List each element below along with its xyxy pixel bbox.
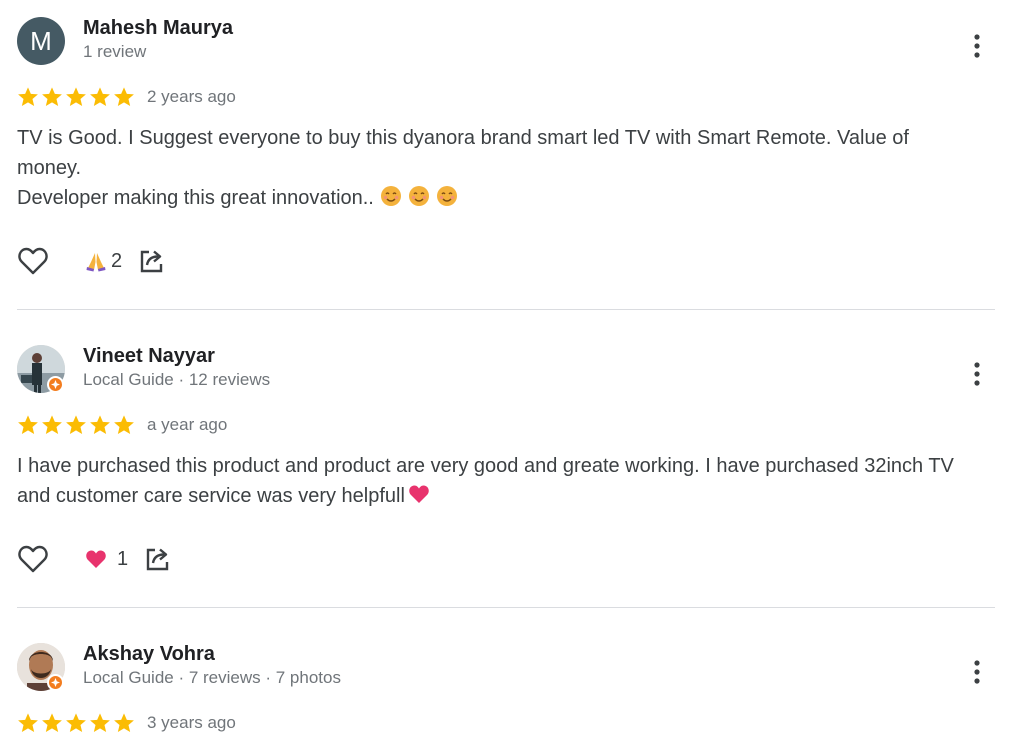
review-text: I have purchased this product and produc… xyxy=(17,451,977,511)
share-icon xyxy=(146,548,169,571)
share-button[interactable] xyxy=(138,247,166,275)
smiling-face-icon xyxy=(436,186,457,206)
reviewer-meta: 1 review xyxy=(83,42,147,61)
review-text-line: Developer making this great innovation.. xyxy=(17,187,374,209)
more-options-button[interactable] xyxy=(959,359,995,389)
more-options-button[interactable] xyxy=(959,657,995,687)
review-actions: 1 xyxy=(17,543,172,575)
more-options-button[interactable] xyxy=(959,31,995,61)
heart-outline-icon xyxy=(18,247,48,275)
star-icon xyxy=(66,713,86,732)
reaction-summary[interactable]: 1 xyxy=(85,548,128,571)
review-divider xyxy=(17,607,995,608)
review-text-line: I have purchased this product and produc… xyxy=(17,455,954,507)
share-icon xyxy=(140,250,163,273)
reaction-count: 2 xyxy=(111,249,123,272)
review-text: TV is Good. I Suggest everyone to buy th… xyxy=(17,123,977,213)
star-icon xyxy=(42,87,62,106)
heart-emoji-icon xyxy=(86,550,106,568)
review-time: a year ago xyxy=(147,415,228,434)
star-icon xyxy=(18,713,38,732)
avatar[interactable]: M xyxy=(17,17,65,65)
star-icon xyxy=(42,713,62,732)
review-text-line-wrap: Developer making this great innovation.. xyxy=(17,183,977,213)
star-icon xyxy=(114,713,134,732)
local-guide-badge-icon xyxy=(47,674,64,691)
star-rating xyxy=(17,414,135,436)
rating-row: 2 years ago xyxy=(17,85,236,109)
smiling-face-icon xyxy=(380,186,401,206)
star-icon xyxy=(114,87,134,106)
heart-outline-icon xyxy=(18,545,48,573)
review-time: 3 years ago xyxy=(147,713,236,732)
like-button[interactable] xyxy=(17,245,49,277)
star-icon xyxy=(42,415,62,434)
reviewer-name[interactable]: Akshay Vohra xyxy=(83,643,215,666)
share-button[interactable] xyxy=(144,545,172,573)
folded-hands-icon xyxy=(86,253,106,272)
star-rating xyxy=(17,86,135,108)
star-icon xyxy=(114,415,134,434)
avatar-letter: M xyxy=(30,26,52,56)
more-vert-icon xyxy=(974,34,980,58)
star-icon xyxy=(18,415,38,434)
star-icon xyxy=(18,87,38,106)
smiling-face-icon xyxy=(408,186,429,206)
reaction-summary[interactable]: 2 xyxy=(85,250,122,273)
star-icon xyxy=(90,415,110,434)
star-icon xyxy=(90,87,110,106)
review-text-line: TV is Good. I Suggest everyone to buy th… xyxy=(17,127,909,179)
heart-emoji-icon xyxy=(409,485,429,503)
like-button[interactable] xyxy=(17,543,49,575)
reviewer-meta: Local Guide · 7 reviews · 7 photos xyxy=(83,668,341,687)
reviewer-meta: Local Guide · 12 reviews xyxy=(83,370,271,389)
review-actions: 2 xyxy=(17,245,166,277)
local-guide-badge-icon xyxy=(47,376,64,393)
star-icon xyxy=(90,713,110,732)
star-rating xyxy=(17,712,135,734)
review-divider xyxy=(17,309,995,310)
reviewer-name[interactable]: Mahesh Maurya xyxy=(83,17,233,40)
more-vert-icon xyxy=(974,362,980,386)
rating-row: a year ago xyxy=(17,413,227,437)
more-vert-icon xyxy=(974,660,980,684)
rating-row: 3 years ago xyxy=(17,711,236,735)
review-time: 2 years ago xyxy=(147,87,236,106)
star-icon xyxy=(66,415,86,434)
reviewer-name[interactable]: Vineet Nayyar xyxy=(83,345,215,368)
reaction-count: 1 xyxy=(117,547,129,570)
star-icon xyxy=(66,87,86,106)
